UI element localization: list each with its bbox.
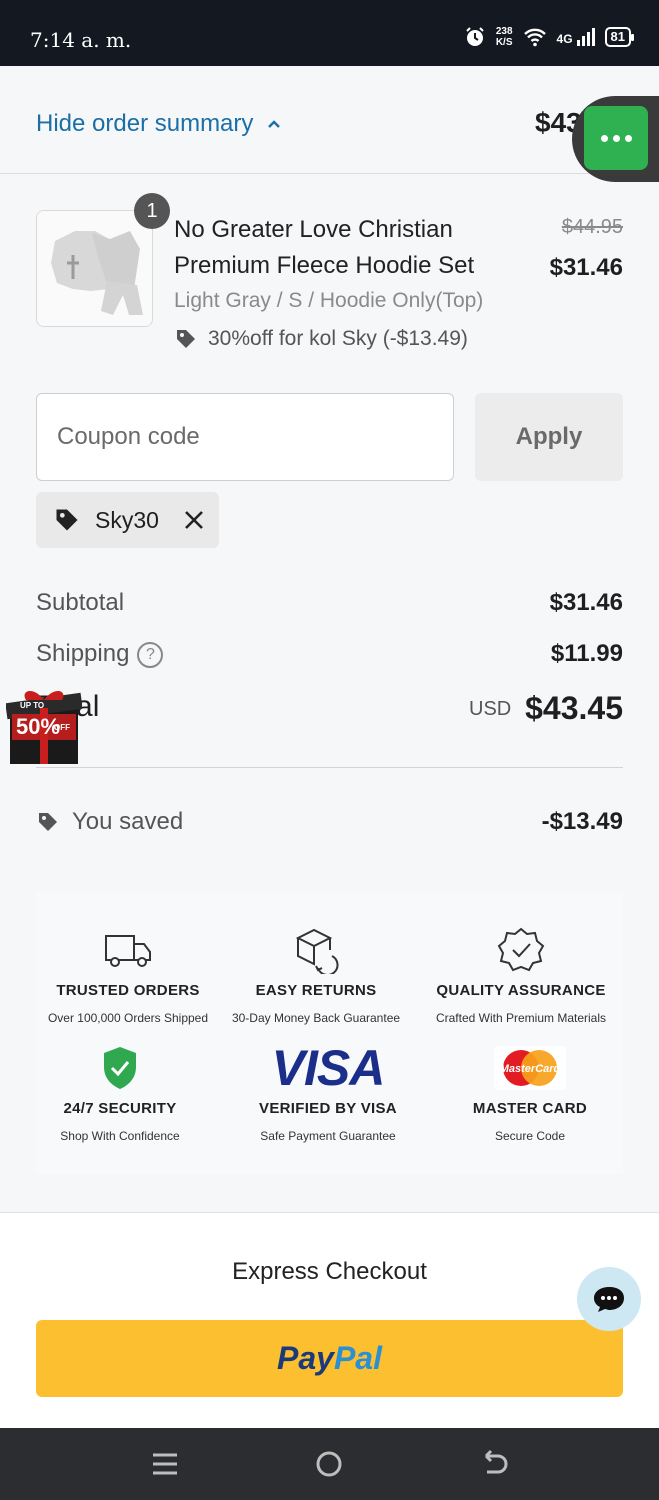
back-icon[interactable]	[478, 1448, 510, 1480]
badge-subtitle: 30-Day Money Back Guarantee	[231, 1011, 401, 1025]
promo-bottom-text: OFF	[54, 723, 70, 732]
subtotal-value: $31.46	[549, 589, 623, 616]
help-icon[interactable]: ?	[137, 641, 164, 668]
product-discount: 30%off for kol Sky (-$13.49)	[174, 327, 468, 351]
product-price: $31.46	[549, 254, 623, 281]
mastercard-wordmark: MasterCard	[500, 1063, 561, 1075]
discount-text: 30%off for kol Sky (-$13.49)	[208, 327, 468, 350]
currency-code: USD	[469, 698, 512, 720]
express-checkout-section: Express Checkout Pay Pal	[0, 1212, 659, 1428]
chat-bubble-icon	[594, 1287, 624, 1312]
product-thumbnail	[36, 210, 153, 327]
badge-title: QUALITY ASSURANCE	[436, 982, 606, 999]
recent-apps-icon[interactable]	[149, 1448, 181, 1480]
you-saved-row: You saved	[36, 808, 183, 836]
coupon-code-input[interactable]	[36, 393, 454, 481]
paypal-button[interactable]: Pay Pal	[36, 1320, 623, 1397]
original-price: $44.95	[561, 216, 623, 238]
speed-unit: K/S	[495, 37, 513, 48]
toggle-label: Hide order summary	[36, 110, 254, 137]
paypal-pay-text: Pay	[277, 1340, 334, 1376]
floating-menu-button[interactable]	[572, 96, 659, 182]
shield-check-icon	[104, 1047, 136, 1089]
badge-title: VERIFIED BY VISA	[259, 1100, 397, 1117]
chat-button[interactable]	[577, 1267, 641, 1331]
badge-quality-assurance: QUALITY ASSURANCE Crafted With Premium M…	[421, 926, 621, 1025]
home-icon[interactable]	[313, 1448, 345, 1480]
badge-trusted-orders: TRUSTED ORDERS Over 100,000 Orders Shipp…	[28, 926, 228, 1025]
shipping-row: Shipping?	[36, 640, 164, 668]
badge-subtitle: Crafted With Premium Materials	[435, 1011, 607, 1025]
paypal-pal-text: Pal	[333, 1340, 382, 1376]
return-box-icon	[295, 928, 339, 974]
visa-logo: VISA	[271, 1040, 386, 1096]
badge-subtitle: Safe Payment Guarantee	[260, 1129, 396, 1143]
status-bar: 7:14 a. m. 238 K/S 4G 81	[0, 0, 659, 66]
cell-signal-icon: 4G	[557, 28, 595, 46]
order-summary-header: Hide order summary $43	[0, 74, 659, 174]
quality-seal-icon	[497, 927, 545, 972]
tag-icon	[39, 813, 57, 831]
mastercard-logo: MasterCard	[494, 1046, 566, 1090]
badge-verified-by-visa: VISA VERIFIED BY VISA Safe Payment Guara…	[228, 1040, 428, 1143]
badge-easy-returns: EASY RETURNS 30-Day Money Back Guarantee	[216, 926, 416, 1025]
tag-icon	[56, 509, 78, 531]
product-variant: Light Gray / S / Hoodie Only(Top)	[174, 289, 484, 312]
apply-coupon-button[interactable]: Apply	[475, 393, 623, 481]
badge-security: 24/7 SECURITY Shop With Confidence	[20, 1044, 220, 1143]
saved-label: You saved	[72, 808, 184, 835]
quantity-badge: 1	[134, 193, 170, 229]
badge-subtitle: Over 100,000 Orders Shipped	[47, 1011, 209, 1025]
badge-title: TRUSTED ORDERS	[56, 982, 200, 999]
express-checkout-title: Express Checkout	[232, 1258, 427, 1285]
shipping-value: $11.99	[550, 640, 623, 667]
status-icons: 238 K/S 4G 81	[464, 26, 635, 48]
subtotal-label: Subtotal	[36, 589, 125, 616]
remove-coupon-icon[interactable]	[183, 509, 205, 531]
promo-gift-badge[interactable]: UP TO 50% OFF	[6, 678, 82, 768]
divider	[36, 767, 623, 768]
badge-mastercard: MasterCard MASTER CARD Secure Code	[430, 1044, 630, 1143]
network-type: 4G	[556, 32, 573, 46]
truck-icon	[105, 935, 151, 967]
badge-title: EASY RETURNS	[255, 982, 377, 999]
alarm-icon	[466, 27, 484, 46]
more-options-icon	[584, 106, 648, 170]
badge-title: MASTER CARD	[472, 1100, 588, 1117]
applied-coupon-chip: Sky30	[36, 492, 219, 548]
hide-order-summary-toggle[interactable]: Hide order summary	[36, 110, 283, 138]
clock: 7:14 a. m.	[30, 28, 132, 52]
saved-value: -$13.49	[541, 808, 623, 835]
speed-value: 238	[495, 26, 513, 37]
tag-icon	[177, 330, 195, 348]
trust-badges: TRUSTED ORDERS Over 100,000 Orders Shipp…	[36, 892, 623, 1174]
wifi-icon	[523, 28, 546, 47]
chevron-up-icon	[268, 120, 281, 128]
system-navigation-bar	[0, 1428, 659, 1500]
shipping-label: Shipping	[36, 640, 130, 667]
badge-subtitle: Secure Code	[494, 1129, 566, 1143]
product-name: No Greater Love Christian Premium Fleece…	[174, 216, 475, 279]
coupon-code-label: Sky30	[95, 506, 159, 533]
total-value: $43.45	[525, 690, 623, 726]
promo-top-text: UP TO	[20, 701, 44, 710]
badge-title: 24/7 SECURITY	[63, 1100, 177, 1117]
battery-indicator: 81	[604, 27, 635, 47]
network-speed: 238 K/S	[496, 26, 513, 48]
hoodie-image	[37, 211, 152, 326]
badge-subtitle: Shop With Confidence	[60, 1129, 180, 1143]
